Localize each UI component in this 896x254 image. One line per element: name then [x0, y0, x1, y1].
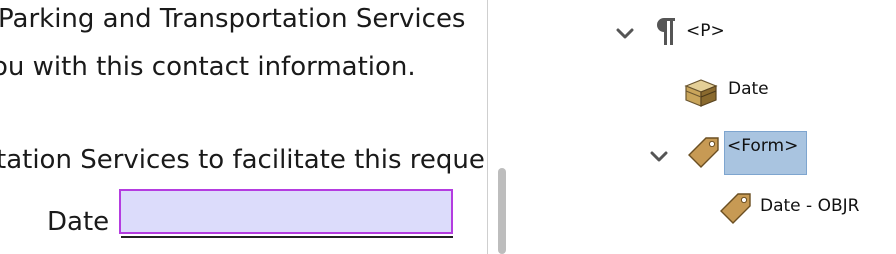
tree-item-label: <P> [686, 20, 725, 41]
pilcrow-icon [656, 16, 676, 51]
document-text-line: tation Services to facilitate this reque [0, 145, 485, 175]
tree-item-date-container[interactable]: Date [684, 78, 769, 113]
tag-icon [686, 136, 720, 175]
chevron-down-icon[interactable] [616, 25, 634, 43]
date-label: Date [47, 207, 110, 237]
tags-tree-panel: <P> Date <Form> Date - OBJR [516, 0, 896, 254]
document-pane: Parking and Transportation Services ou w… [0, 0, 487, 254]
box-icon [684, 78, 718, 113]
document-text-line: ou with this contact information. [0, 52, 416, 82]
date-form-field[interactable] [119, 189, 453, 234]
tree-item-label: Date [728, 78, 769, 99]
tree-item-date-objr[interactable]: Date - OBJR [718, 192, 859, 231]
tree-item-p[interactable]: <P> [616, 16, 725, 51]
scrollbar-thumb[interactable] [498, 168, 506, 254]
document-text-line: Parking and Transportation Services [0, 4, 466, 34]
date-underline [121, 236, 453, 238]
tag-icon [718, 192, 752, 231]
tree-item-label-selected[interactable]: <Form> [724, 130, 808, 175]
tree-item-form[interactable]: <Form> [650, 130, 808, 175]
chevron-down-icon[interactable] [650, 148, 668, 166]
tree-item-label: Date - OBJR [760, 195, 860, 216]
